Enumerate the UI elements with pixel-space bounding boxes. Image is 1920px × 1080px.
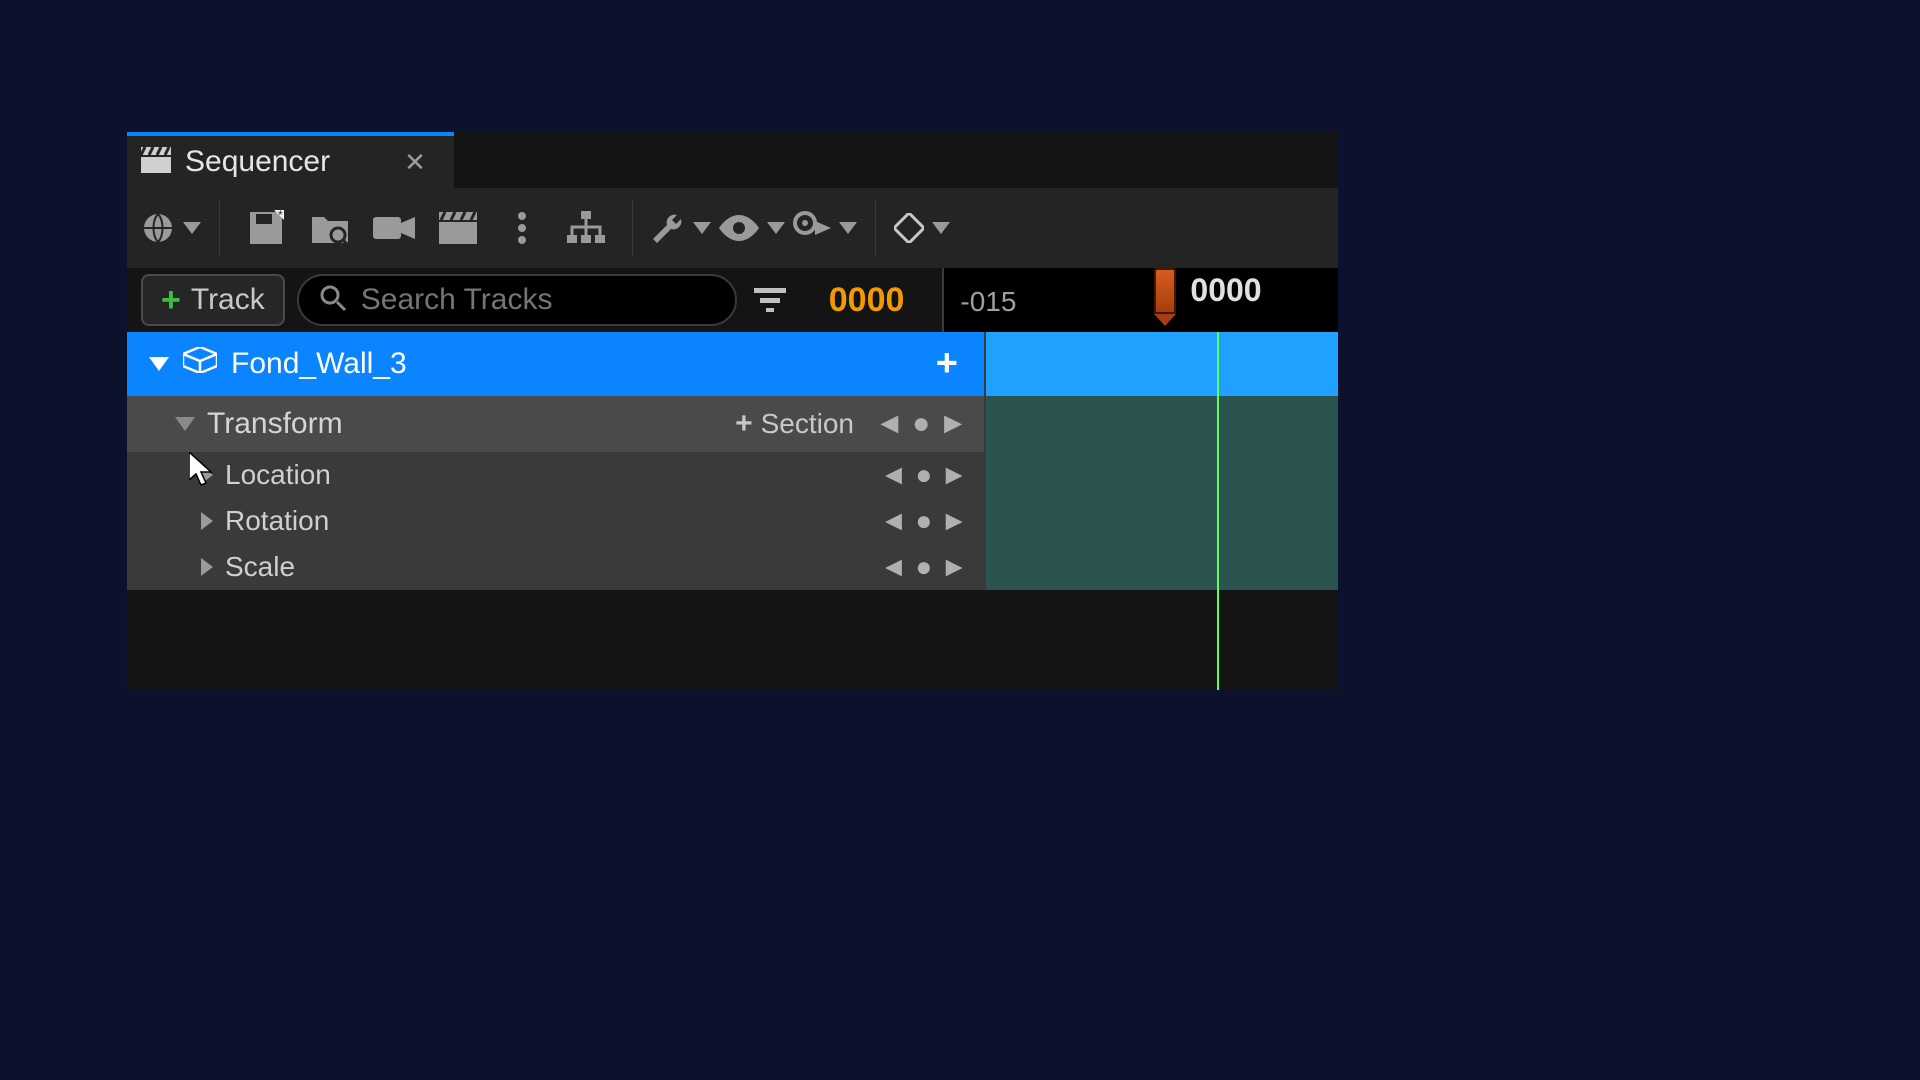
transform-lane[interactable] [984,396,1338,452]
save-button[interactable]: * [238,200,294,256]
prev-key-button[interactable]: ◄ [880,505,908,537]
plus-icon: + [161,283,181,317]
sequencer-toolbar: * [127,188,1338,268]
filter-button[interactable] [749,279,791,321]
add-key-button[interactable]: ● [915,551,932,583]
chevron-down-icon [932,222,950,234]
add-track-button[interactable]: + Track [141,274,285,326]
browse-button[interactable] [302,200,358,256]
add-key-button[interactable]: ● [915,459,932,491]
eye-button[interactable] [719,200,785,256]
rotation-track-row[interactable]: Rotation ◄ ● ► [127,498,1338,544]
location-track-row[interactable]: Location ◄ ● ► [127,452,1338,498]
clapper-icon [141,147,171,178]
close-icon[interactable]: ✕ [404,149,426,175]
section-label: Section [761,408,854,440]
next-key-button[interactable]: ► [938,407,968,441]
key-nav: ◄ ● ► [880,505,968,537]
key-nav: ◄ ● ► [880,459,968,491]
add-key-button[interactable]: ● [912,407,930,441]
actions-button[interactable] [494,200,550,256]
object-name: Fond_Wall_3 [231,347,407,381]
current-frame-display[interactable]: 0000 [803,281,931,320]
staticmesh-icon [183,347,217,381]
tab-title: Sequencer [185,145,330,179]
search-input[interactable] [361,283,715,317]
transform-track-row[interactable]: Transform + Section ◄ ● ► [127,396,1338,452]
keyframe-button[interactable] [894,200,950,256]
divider [632,200,633,256]
expand-icon[interactable] [201,466,213,484]
rotation-lane[interactable] [984,498,1338,544]
playback-settings-button[interactable] [793,200,857,256]
playhead-frame-label: 0000 [1190,272,1261,309]
search-tracks-field[interactable] [297,274,737,326]
sequencer-trackbar: + Track 0000 -015 0000 [127,268,1338,332]
playhead-scrubber[interactable] [1154,268,1176,314]
add-key-button[interactable]: ● [915,505,932,537]
next-key-button[interactable]: ► [940,459,968,491]
expand-icon[interactable] [175,417,195,431]
wrench-button[interactable] [651,200,711,256]
render-button[interactable] [430,200,486,256]
rotation-label: Rotation [225,505,329,537]
add-section-button[interactable]: + Section [735,407,854,441]
object-track-row[interactable]: Fond_Wall_3 + [127,332,1338,396]
plus-icon: + [735,407,753,441]
divider [219,200,220,256]
chevron-down-icon [767,222,785,234]
location-lane[interactable] [984,452,1338,498]
add-property-button[interactable]: + [936,343,958,386]
scale-label: Scale [225,551,295,583]
expand-icon[interactable] [201,512,213,530]
add-track-label: Track [191,283,265,317]
world-button[interactable] [141,200,201,256]
expand-icon[interactable] [201,558,213,576]
next-key-button[interactable]: ► [940,505,968,537]
object-lane[interactable] [984,332,1338,396]
ruler-label: -015 [960,286,1016,318]
key-nav: ◄ ● ► [874,407,968,441]
divider [875,200,876,256]
hierarchy-button[interactable] [558,200,614,256]
next-key-button[interactable]: ► [940,551,968,583]
prev-key-button[interactable]: ◄ [880,459,908,491]
chevron-down-icon [693,222,711,234]
search-icon [319,284,347,317]
tracks-list: Fond_Wall_3 + Transform + Section ◄ ● ► [127,332,1338,662]
prev-key-button[interactable]: ◄ [880,551,908,583]
timeline-ruler[interactable]: -015 0000 [942,268,1338,332]
expand-icon[interactable] [149,357,169,371]
camera-button[interactable] [366,200,422,256]
tab-sequencer[interactable]: Sequencer ✕ [127,132,454,188]
key-nav: ◄ ● ► [880,551,968,583]
location-label: Location [225,459,331,491]
prev-key-button[interactable]: ◄ [874,407,904,441]
tracks-spacer [127,590,1338,662]
transform-label: Transform [207,407,343,441]
tab-bar: Sequencer ✕ [127,132,1338,188]
playhead-line [1217,332,1219,690]
scale-lane[interactable] [984,544,1338,590]
scale-track-row[interactable]: Scale ◄ ● ► [127,544,1338,590]
svg-text:*: * [278,210,283,222]
chevron-down-icon [183,222,201,234]
sequencer-panel: Sequencer ✕ * [127,132,1338,690]
chevron-down-icon [839,222,857,234]
